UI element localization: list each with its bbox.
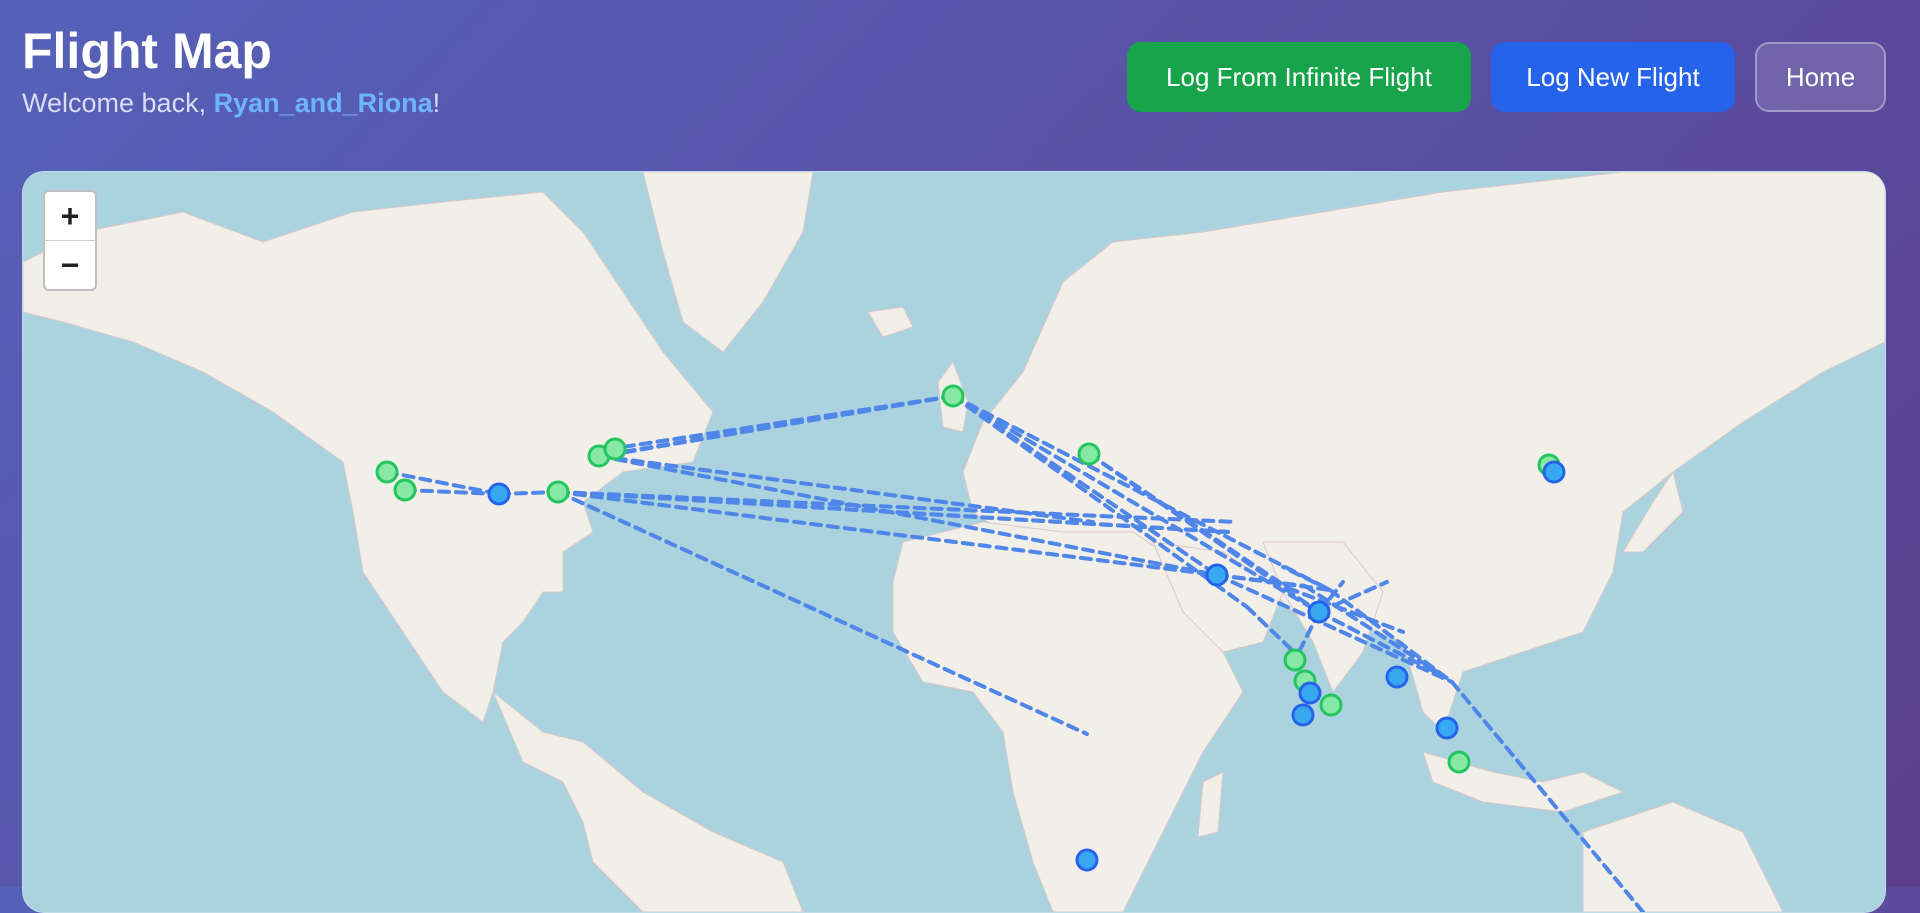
origin-marker[interactable] [603,437,627,461]
page-title: Flight Map [22,23,272,79]
page-header: Flight Map Welcome back, Ryan_and_Riona! [22,22,440,119]
destination-marker[interactable] [1205,563,1229,587]
welcome-message: Welcome back, Ryan_and_Riona! [22,88,440,119]
username: Ryan_and_Riona [213,88,433,118]
origin-marker[interactable] [1077,442,1101,466]
origin-marker[interactable] [1319,693,1343,717]
destination-marker[interactable] [1385,665,1409,689]
log-new-flight-button[interactable]: Log New Flight [1491,42,1735,112]
destination-marker[interactable] [1307,600,1331,624]
origin-marker[interactable] [546,480,570,504]
zoom-control: + − [43,190,97,291]
destination-marker[interactable] [1298,681,1322,705]
destination-marker[interactable] [1075,848,1099,872]
origin-marker[interactable] [375,460,399,484]
zoom-out-button[interactable]: − [45,240,95,289]
zoom-in-button[interactable]: + [45,192,95,240]
origin-marker[interactable] [941,384,965,408]
home-button[interactable]: Home [1755,42,1886,112]
origin-marker[interactable] [1283,648,1307,672]
origin-marker[interactable] [393,478,417,502]
origin-marker[interactable] [1447,750,1471,774]
destination-marker[interactable] [487,482,511,506]
header-actions: Log From Infinite Flight Log New Flight … [1127,42,1886,112]
destination-marker[interactable] [1291,703,1315,727]
map-canvas[interactable] [23,172,1885,912]
log-from-infinite-flight-button[interactable]: Log From Infinite Flight [1127,42,1471,112]
welcome-suffix: ! [432,88,441,118]
flight-map[interactable]: + − [22,171,1886,913]
welcome-prefix: Welcome back, [22,88,214,118]
destination-marker[interactable] [1542,460,1566,484]
destination-marker[interactable] [1435,716,1459,740]
